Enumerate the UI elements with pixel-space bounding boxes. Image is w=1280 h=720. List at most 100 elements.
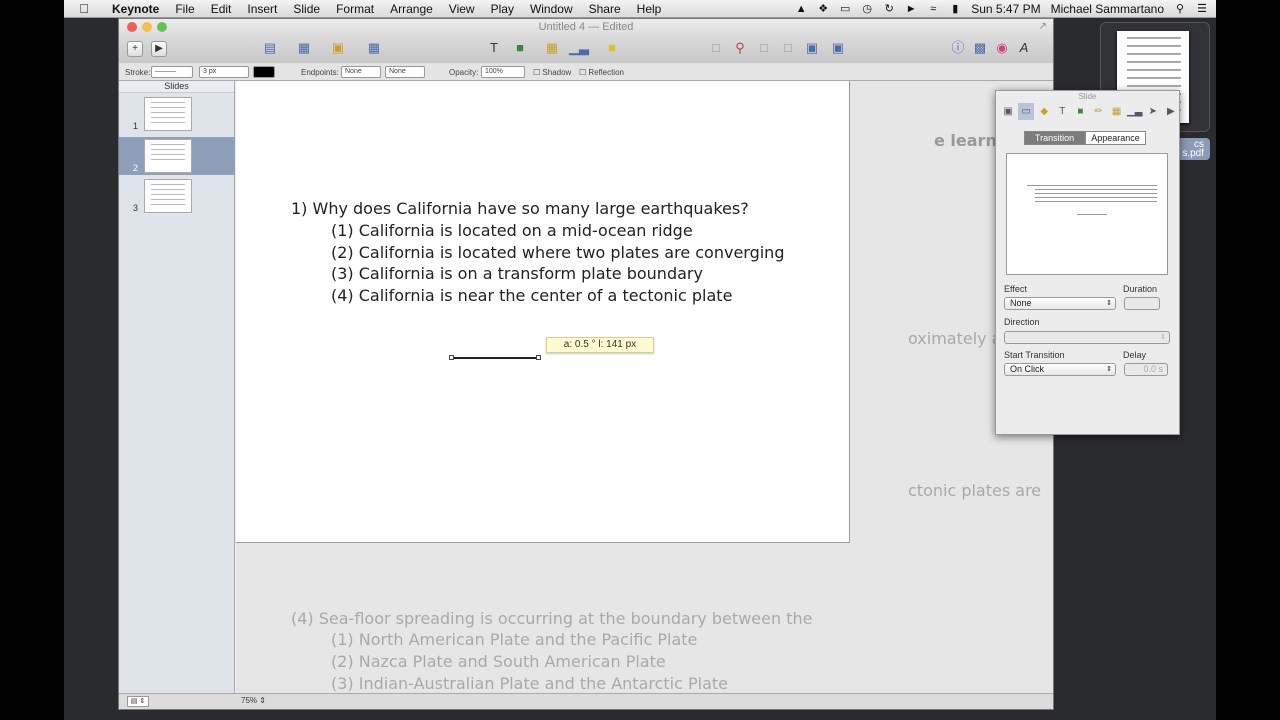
comment-icon[interactable]: ■	[603, 40, 621, 56]
slide-number: 2	[133, 163, 139, 173]
fonts-icon[interactable]: A	[1015, 40, 1033, 56]
choice-2[interactable]: (2) California is located where two plat…	[331, 243, 784, 262]
new-slide-button[interactable]: +	[127, 41, 143, 57]
duration-field[interactable]	[1124, 297, 1160, 310]
slide-thumbnail-1[interactable]: 1	[119, 95, 235, 133]
group-icon[interactable]: □	[755, 40, 773, 56]
stroke-color-well[interactable]	[253, 66, 275, 78]
wifi-icon[interactable]: ≈	[927, 3, 939, 15]
view-menu-button[interactable]: ▤ ⇕	[127, 696, 149, 707]
slide-canvas[interactable]: 1) Why does California have so many larg…	[236, 81, 1053, 693]
close-window-button[interactable]	[127, 22, 137, 32]
battery-icon[interactable]: ▮	[949, 3, 961, 15]
notification-center-icon[interactable]: ☰	[1196, 3, 1208, 15]
colors-icon[interactable]: ◉	[993, 40, 1011, 56]
endpoint-end-select[interactable]: None	[385, 66, 425, 78]
stroke-style-select[interactable]: ———	[151, 66, 193, 78]
endpoints-label: Endpoints:	[301, 68, 339, 77]
slide-preview	[144, 179, 192, 213]
chevron-updown-icon: ⇕	[1160, 334, 1166, 341]
menu-play[interactable]: Play	[483, 0, 522, 18]
metrics-inspector-icon[interactable]: ✏	[1090, 103, 1106, 120]
menu-format[interactable]: Format	[328, 0, 382, 18]
time-machine-icon[interactable]: ◷	[861, 3, 873, 15]
spotlight-search-icon[interactable]: ⚲	[1174, 3, 1186, 15]
delay-field[interactable]: 0.0 s	[1124, 363, 1168, 376]
slide-thumbnail-2[interactable]: 2	[119, 137, 235, 175]
alpha-icon[interactable]: ⚲	[731, 40, 749, 56]
chart-icon[interactable]: ▁▃	[569, 40, 589, 56]
zoom-select[interactable]: 75% ⇕	[241, 696, 266, 705]
zoom-window-button[interactable]	[157, 22, 167, 32]
inspector-tab-group: Transition Appearance	[1024, 131, 1146, 145]
back-icon[interactable]: ▣	[829, 40, 847, 56]
chart-inspector-icon[interactable]: ▁▃	[1127, 103, 1143, 120]
build-inspector-icon[interactable]: ◆	[1036, 103, 1052, 120]
airplay-icon[interactable]: ▭	[839, 3, 851, 15]
quicktime-inspector-icon[interactable]: ▶	[1163, 103, 1179, 120]
opacity-select[interactable]: 100%	[481, 66, 525, 78]
slide-preview	[144, 139, 192, 173]
play-button[interactable]: ▶	[151, 41, 167, 57]
drawn-line[interactable]	[452, 357, 538, 359]
sync-icon[interactable]: ↻	[883, 3, 895, 15]
masters-icon[interactable]: ▣	[329, 40, 347, 56]
dropbox-icon[interactable]: ❖	[817, 3, 829, 15]
document-inspector-icon[interactable]: ▣	[1000, 103, 1016, 120]
table-icon[interactable]: ▦	[543, 40, 561, 56]
text-box-icon[interactable]: T	[485, 40, 503, 56]
next-slide-question: (4) Sea-floor spreading is occurring at …	[291, 609, 813, 628]
minimize-window-button[interactable]	[142, 22, 152, 32]
front-icon[interactable]: ▣	[803, 40, 821, 56]
choice-3[interactable]: (3) California is on a transform plate b…	[331, 264, 703, 283]
direction-select[interactable]: ⇕	[1004, 331, 1170, 344]
menu-file[interactable]: File	[167, 0, 202, 18]
view-icon[interactable]: ▤	[261, 40, 279, 56]
line-end-handle[interactable]	[536, 355, 541, 360]
menu-help[interactable]: Help	[629, 0, 670, 18]
start-transition-select[interactable]: On Click ⇕	[1004, 363, 1116, 376]
tab-transition[interactable]: Transition	[1024, 131, 1085, 145]
menu-slide[interactable]: Slide	[285, 0, 328, 18]
opacity-label: Opacity:	[449, 68, 479, 77]
question-text[interactable]: 1) Why does California have so many larg…	[291, 199, 749, 218]
clock[interactable]: Sun 5:47 PM	[971, 2, 1040, 16]
shadow-checkbox[interactable]: ☐ Shadow	[533, 68, 571, 77]
text-inspector-icon[interactable]: T	[1054, 103, 1070, 120]
effect-select[interactable]: None ⇕	[1004, 297, 1116, 310]
endpoint-start-select[interactable]: None	[341, 66, 381, 78]
drive-icon[interactable]: ▲	[795, 3, 807, 15]
line-start-handle[interactable]	[449, 355, 454, 360]
menu-window[interactable]: Window	[522, 0, 581, 18]
menu-share[interactable]: Share	[581, 0, 629, 18]
menu-arrange[interactable]: Arrange	[382, 0, 441, 18]
menu-insert[interactable]: Insert	[239, 0, 285, 18]
ungroup-icon[interactable]: □	[779, 40, 797, 56]
mask-icon[interactable]: □	[707, 40, 725, 56]
table-inspector-icon[interactable]: ▦	[1109, 103, 1125, 120]
slide-thumbnail-3[interactable]: 3	[119, 177, 235, 215]
graphic-inspector-icon[interactable]: ■	[1072, 103, 1088, 120]
choice-4[interactable]: (4) California is near the center of a t…	[331, 286, 732, 305]
choice-1[interactable]: (1) California is located on a mid-ocean…	[331, 221, 693, 240]
hyperlink-inspector-icon[interactable]: ➤	[1145, 103, 1161, 120]
menu-app[interactable]: Keynote	[104, 0, 167, 18]
volume-icon[interactable]: ►	[905, 3, 917, 15]
menu-view[interactable]: View	[441, 0, 483, 18]
shapes-icon[interactable]: ■	[511, 40, 529, 56]
current-slide[interactable]: 1) Why does California have so many larg…	[236, 81, 850, 543]
document-title: Untitled 4	[538, 21, 586, 33]
reflection-checkbox[interactable]: ☐ Reflection	[579, 68, 624, 77]
media-icon[interactable]: ▩	[971, 40, 989, 56]
grid-icon[interactable]: ▦	[365, 40, 383, 56]
apple-menu-icon[interactable]: 	[64, 1, 104, 16]
fullscreen-icon[interactable]: ↗	[1039, 19, 1047, 35]
tab-appearance[interactable]: Appearance	[1085, 131, 1146, 145]
menu-edit[interactable]: Edit	[203, 0, 240, 18]
slide-inspector: Slide ▣ ▭ ◆ T ■ ✏ ▦ ▁▃ ➤ ▶ Transition Ap…	[995, 90, 1180, 435]
stroke-width-select[interactable]: 3 px	[199, 66, 249, 78]
user-name[interactable]: Michael Sammartano	[1051, 2, 1164, 16]
inspector-icon[interactable]: ⓘ	[949, 40, 967, 56]
themes-icon[interactable]: ▦	[295, 40, 313, 56]
slide-inspector-icon[interactable]: ▭	[1018, 103, 1035, 120]
